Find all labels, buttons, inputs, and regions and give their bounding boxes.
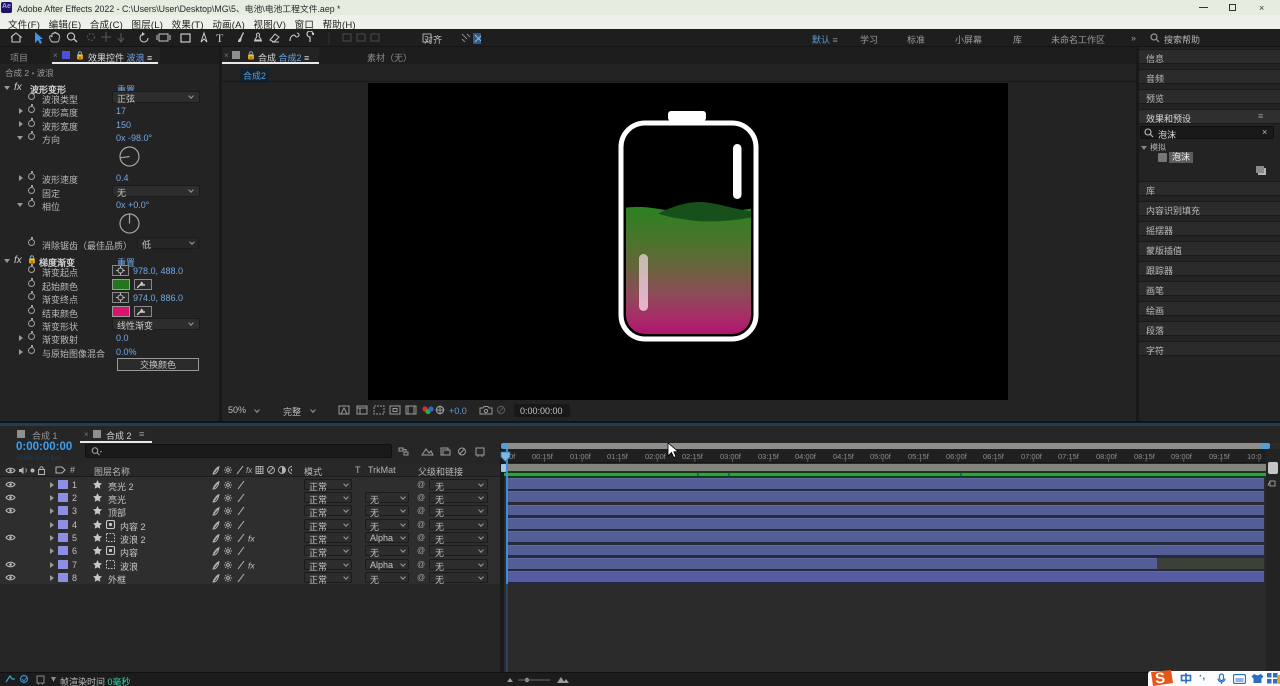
svg-text:fx: fx bbox=[246, 466, 253, 475]
svg-text:T: T bbox=[216, 31, 224, 45]
svg-text:fx: fx bbox=[248, 560, 255, 570]
svg-text:+0.0: +0.0 bbox=[449, 406, 467, 416]
svg-text:fx: fx bbox=[248, 533, 255, 543]
svg-text:S: S bbox=[1154, 670, 1165, 686]
